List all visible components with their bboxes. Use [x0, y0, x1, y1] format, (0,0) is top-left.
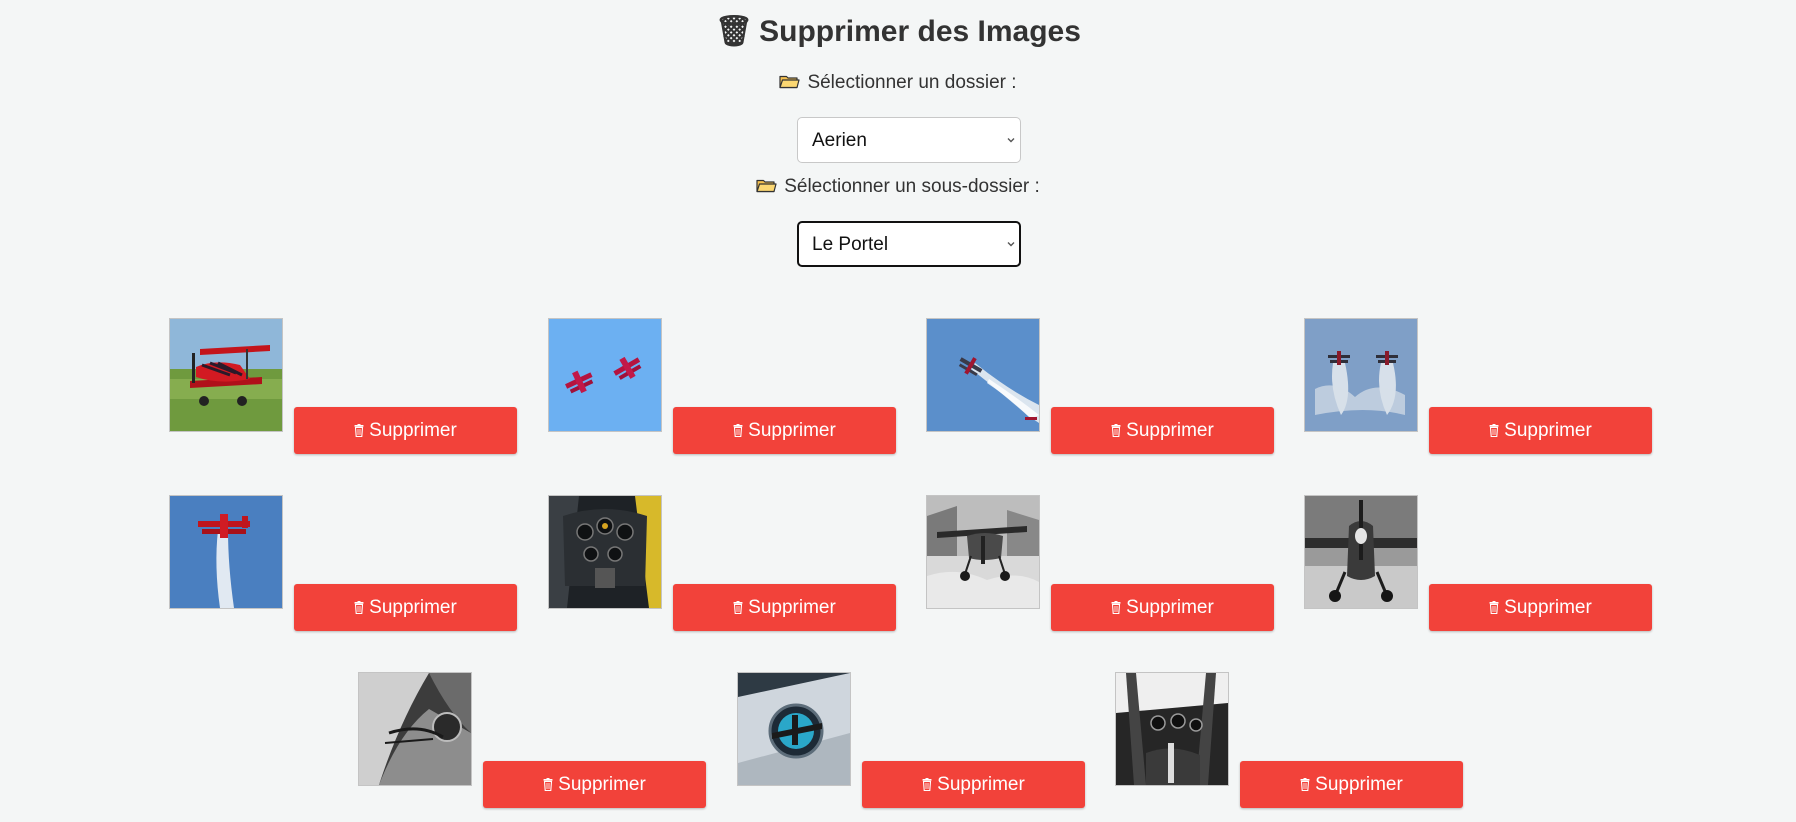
trash-icon [1300, 778, 1310, 791]
trash-icon [733, 424, 743, 437]
delete-button[interactable]: Supprimer [483, 761, 706, 808]
image-thumbnail [737, 672, 851, 786]
image-card: Supprimer [1115, 672, 1475, 822]
image-card: Supprimer [548, 495, 908, 645]
delete-button-label: Supprimer [1126, 597, 1214, 618]
image-card: Supprimer [548, 318, 908, 468]
image-thumbnail [358, 672, 472, 786]
delete-button-label: Supprimer [1504, 597, 1592, 618]
delete-button[interactable]: Supprimer [1051, 407, 1274, 454]
trash-icon [543, 778, 553, 791]
image-card: Supprimer [926, 495, 1286, 645]
folder-label-text: Sélectionner un dossier : [807, 72, 1017, 93]
image-thumbnail [169, 318, 283, 432]
delete-button[interactable]: Supprimer [862, 761, 1085, 808]
image-thumbnail [1304, 318, 1418, 432]
trash-icon [922, 778, 932, 791]
folder-icon [756, 179, 777, 193]
image-card: Supprimer [1304, 318, 1664, 468]
delete-button[interactable]: Supprimer [1240, 761, 1463, 808]
page-title-text: Supprimer des Images [759, 15, 1081, 48]
trash-icon [733, 601, 743, 614]
image-thumbnail [926, 318, 1040, 432]
delete-button-label: Supprimer [748, 597, 836, 618]
trash-icon [1489, 424, 1499, 437]
page-title: 🗑 Supprimer des Images [0, 14, 1796, 49]
delete-button-label: Supprimer [748, 420, 836, 441]
folder-select-value: Aerien [812, 130, 867, 151]
image-card: Supprimer [1304, 495, 1664, 645]
delete-button-label: Supprimer [1504, 420, 1592, 441]
delete-button[interactable]: Supprimer [673, 407, 896, 454]
image-card: Supprimer [169, 318, 529, 468]
subfolder-label: Sélectionner un sous-dossier : [0, 176, 1796, 198]
image-thumbnail [548, 495, 662, 609]
image-card: Supprimer [169, 495, 529, 645]
image-card: Supprimer [358, 672, 718, 822]
chevron-down-icon [1007, 242, 1015, 247]
subfolder-select-value: Le Portel [812, 234, 889, 255]
delete-button-label: Supprimer [369, 597, 457, 618]
folder-select[interactable]: Aerien [797, 117, 1021, 163]
trash-icon [354, 601, 364, 614]
trash-icon [1489, 601, 1499, 614]
trash-icon [1111, 601, 1121, 614]
subfolder-label-text: Sélectionner un sous-dossier : [784, 176, 1040, 197]
delete-button-label: Supprimer [937, 774, 1025, 795]
image-thumbnail [1304, 495, 1418, 609]
delete-button[interactable]: Supprimer [1429, 584, 1652, 631]
delete-button-label: Supprimer [1315, 774, 1403, 795]
trash-icon [1111, 424, 1121, 437]
delete-button-label: Supprimer [369, 420, 457, 441]
delete-button[interactable]: Supprimer [294, 584, 517, 631]
folder-label: Sélectionner un dossier : [0, 72, 1796, 94]
delete-button[interactable]: Supprimer [673, 584, 896, 631]
image-thumbnail [1115, 672, 1229, 786]
subfolder-select[interactable]: Le Portel [797, 221, 1021, 267]
delete-button-label: Supprimer [558, 774, 646, 795]
trash-icon: 🗑 [715, 15, 754, 48]
image-thumbnail [926, 495, 1040, 609]
chevron-down-icon [1007, 138, 1015, 143]
delete-button[interactable]: Supprimer [1051, 584, 1274, 631]
delete-button-label: Supprimer [1126, 420, 1214, 441]
image-thumbnail [169, 495, 283, 609]
image-card: Supprimer [926, 318, 1286, 468]
delete-button[interactable]: Supprimer [294, 407, 517, 454]
image-card: Supprimer [737, 672, 1097, 822]
trash-icon [354, 424, 364, 437]
folder-icon [779, 75, 801, 89]
delete-button[interactable]: Supprimer [1429, 407, 1652, 454]
image-thumbnail [548, 318, 662, 432]
